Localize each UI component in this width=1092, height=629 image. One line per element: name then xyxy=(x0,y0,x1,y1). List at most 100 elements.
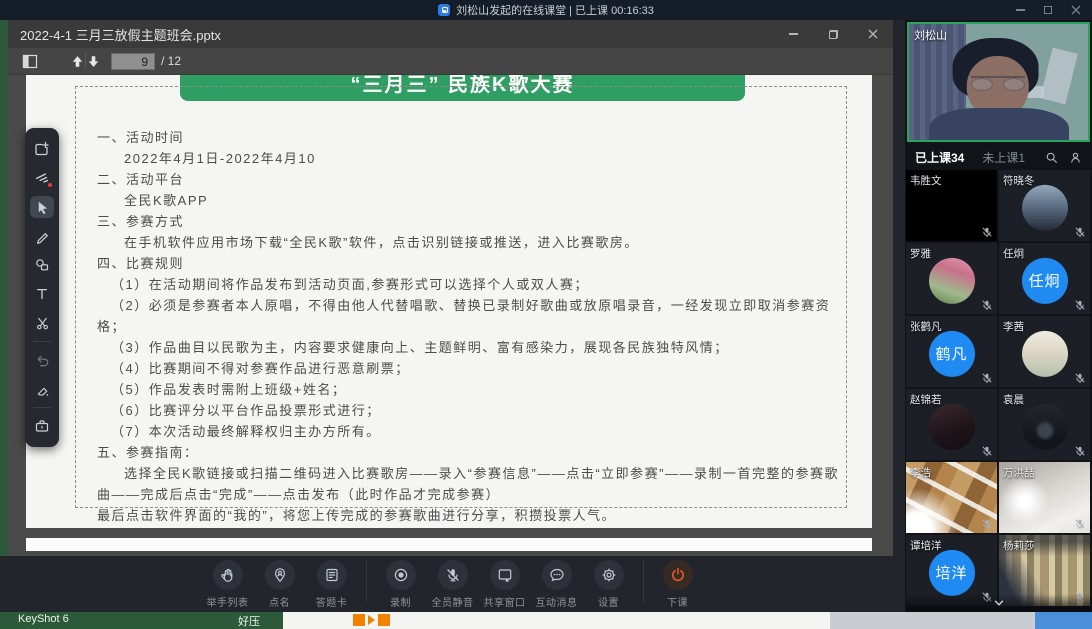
student-tile[interactable]: 罗雅 xyxy=(906,243,997,314)
student-tile[interactable]: 赵锦若 xyxy=(906,389,997,460)
shapes-tool-icon[interactable] xyxy=(30,254,54,276)
chat-icon xyxy=(549,567,565,583)
security-shield-icon xyxy=(438,4,450,16)
raise-hand-list-button[interactable]: 举手列表 xyxy=(203,560,253,609)
slide-text-line: 在手机软件应用市场下载“全民K歌”软件，点击识别链接或推送，进入比赛歌房。 xyxy=(97,232,839,253)
minimize-button[interactable] xyxy=(1014,4,1026,16)
student-tile[interactable]: 李茜 xyxy=(999,316,1090,387)
app-window-controls xyxy=(1014,0,1082,20)
classroom-bottom-toolbar: 举手列表 点名 答题卡 录制 xyxy=(0,556,905,612)
add-page-tool-icon[interactable] xyxy=(30,138,54,160)
eraser-tool-icon[interactable] xyxy=(30,378,54,400)
student-avatar: 任炯 xyxy=(1022,257,1068,303)
chat-messages-button[interactable]: 互动消息 xyxy=(532,560,582,609)
select-cursor-tool-icon[interactable] xyxy=(30,196,54,218)
toolbar-button-label: 全员静音 xyxy=(432,594,474,609)
student-avatar: 鹤凡 xyxy=(929,330,975,376)
next-slide-page-edge xyxy=(26,538,872,551)
teacher-video-tile[interactable]: 刘松山 xyxy=(907,22,1090,142)
student-name-label: 李浩 xyxy=(910,465,931,480)
mic-muted-icon xyxy=(1074,518,1086,530)
toolbar-button-label: 点名 xyxy=(269,594,290,609)
chevron-down-icon xyxy=(992,596,1006,610)
desktop-background-sliver xyxy=(0,20,8,556)
mic-muted-icon xyxy=(1074,299,1086,311)
pen-tool-icon[interactable] xyxy=(30,225,54,247)
student-name-label: 袁晨 xyxy=(1003,392,1024,407)
share-window-button[interactable]: 共享窗口 xyxy=(480,560,530,609)
student-name-label: 韦胜文 xyxy=(910,173,942,188)
member-manage-icon[interactable] xyxy=(1069,151,1082,164)
toolbar-button-label: 设置 xyxy=(598,594,619,609)
slide-text-line: （6）比赛评分以平台作品投票形式进行； xyxy=(97,400,839,421)
student-avatar xyxy=(1022,403,1068,449)
student-tile[interactable]: 万洪喆 xyxy=(999,462,1090,533)
student-tile[interactable]: 符晓冬 xyxy=(999,170,1090,241)
maximize-button[interactable] xyxy=(1042,4,1054,16)
student-name-label: 谭培洋 xyxy=(910,538,942,553)
slide-body-text: 一、活动时间 2022年4月1日-2022年4月10 二、活动平台 全民K歌AP… xyxy=(97,127,839,526)
search-icon[interactable] xyxy=(1045,151,1058,164)
student-tile[interactable]: 任炯 任炯 xyxy=(999,243,1090,314)
previous-page-button[interactable] xyxy=(70,48,85,75)
end-class-button[interactable]: 下课 xyxy=(653,560,703,609)
student-name-label: 万洪喆 xyxy=(1003,465,1035,480)
page-number-input[interactable]: 9 xyxy=(111,53,155,70)
cut-tool-icon[interactable] xyxy=(30,312,54,334)
laser-red-dot xyxy=(48,183,52,187)
undo-icon[interactable] xyxy=(30,349,54,371)
laser-pointer-tool-icon[interactable] xyxy=(30,167,54,189)
desktop-icon-label-haoya[interactable]: 好压 xyxy=(238,613,260,629)
toolbox-icon[interactable] xyxy=(30,415,54,437)
student-video-grid: 韦胜文 符晓冬 罗雅 任炯 任炯 张鹳凡 鹤凡 xyxy=(906,170,1091,606)
ppt-viewer-window: 2022-4-1 三月三放假主题班会.pptx 9 / 12 xyxy=(8,20,893,556)
slide-text-line: 最后点击软件界面的“我的”，将您上传完成的参赛歌曲进行分享，积攒投票人气。 xyxy=(97,505,839,526)
settings-gear-icon xyxy=(601,567,617,583)
raise-hand-icon xyxy=(220,567,236,583)
student-avatar xyxy=(1022,184,1068,230)
sidebar-panel-toggle-icon[interactable] xyxy=(22,48,38,75)
record-button[interactable]: 录制 xyxy=(376,560,426,609)
mute-all-button[interactable]: 全员静音 xyxy=(428,560,478,609)
answer-card-button[interactable]: 答题卡 xyxy=(307,560,357,609)
student-name-label: 杨莉莎 xyxy=(1003,538,1035,553)
mic-muted-icon xyxy=(981,445,993,457)
student-tile[interactable]: 张鹳凡 鹤凡 xyxy=(906,316,997,387)
ppt-close-button[interactable] xyxy=(867,28,879,40)
answer-card-icon xyxy=(324,567,340,583)
roll-call-button[interactable]: 点名 xyxy=(255,560,305,609)
scroll-down-indicator[interactable] xyxy=(906,594,1091,612)
ppt-toolbar: 9 / 12 xyxy=(8,48,893,75)
drawing-tool-palette xyxy=(25,128,59,447)
mic-muted-icon xyxy=(1074,226,1086,238)
tab-not-attended[interactable]: 未上课1 xyxy=(982,149,1025,166)
ppt-window-controls xyxy=(787,28,881,40)
slide-text-line: 三、参赛方式 xyxy=(97,211,839,232)
student-tile[interactable]: 李浩 xyxy=(906,462,997,533)
background-window-edge xyxy=(283,612,830,629)
ppt-minimize-button[interactable] xyxy=(787,28,799,40)
student-name-label: 罗雅 xyxy=(910,246,931,261)
desktop-icon-label-keyshot[interactable]: KeyShot 6 xyxy=(18,613,69,625)
mic-muted-icon xyxy=(981,518,993,530)
next-page-button[interactable] xyxy=(86,48,101,75)
text-tool-icon[interactable] xyxy=(30,283,54,305)
slide-text-line: （7）本次活动最终解释权归主办方所有。 xyxy=(97,421,839,442)
student-tile[interactable]: 韦胜文 xyxy=(906,170,997,241)
ppt-restore-button[interactable] xyxy=(827,28,839,40)
student-name-label: 任炯 xyxy=(1003,246,1024,261)
mic-muted-icon xyxy=(1074,372,1086,384)
tab-attended[interactable]: 已上课34 xyxy=(915,149,964,166)
toolbar-button-label: 互动消息 xyxy=(536,594,578,609)
mute-all-icon xyxy=(445,567,461,583)
student-tile[interactable]: 袁晨 xyxy=(999,389,1090,460)
settings-button[interactable]: 设置 xyxy=(584,560,634,609)
slide-text-line: （3）作品曲目以民歌为主，内容要求健康向上、主题鲜明、富有感染力，展现各民族独特… xyxy=(97,337,839,358)
roll-call-icon xyxy=(272,567,288,583)
mic-muted-icon xyxy=(1074,445,1086,457)
slide-text-line: 一、活动时间 xyxy=(97,127,839,148)
classroom-app-window: 刘松山发起的在线课堂 | 已上课 00:16:33 2022-4-1 三月三放假… xyxy=(0,0,1092,629)
close-button[interactable] xyxy=(1070,4,1082,16)
attendance-tabs: 已上课34 未上课1 xyxy=(905,144,1092,170)
record-icon xyxy=(393,567,409,583)
